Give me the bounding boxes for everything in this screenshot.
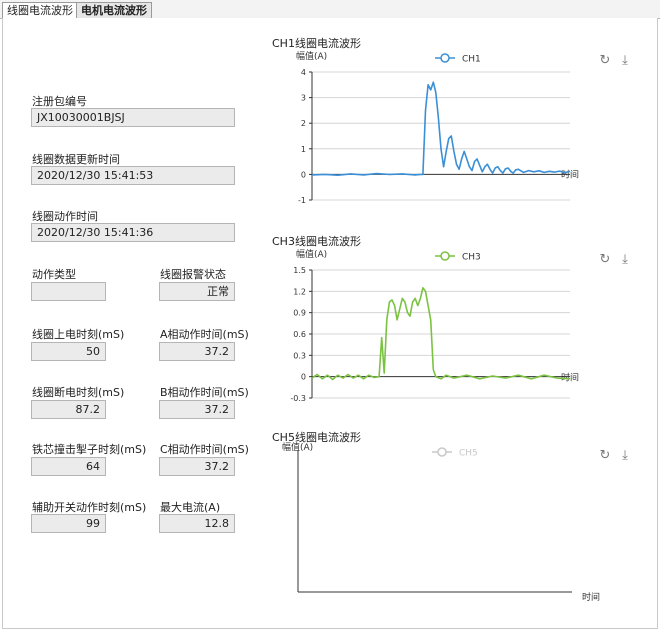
ch3-chart: CH3幅值(A)-0.300.30.60.91.21.5时间 [290,248,579,403]
ch3-y-tick-label: 1.5 [293,266,306,275]
core-strike-field: 64 [31,457,106,476]
reg-no-label: 注册包编号 [32,95,87,108]
ch3-refresh-icon[interactable]: ↻ [598,253,612,267]
ch1-series-line [311,81,571,176]
ch5-legend-label: CH5 [459,449,478,459]
b-action-field: 37.2 [159,400,235,419]
action-time-field: 2020/12/30 15:41:36 [31,223,235,242]
power-on-time-label: 线圈上电时刻(mS) [32,328,125,341]
b-action-label: B相动作时间(mS) [160,386,249,399]
ch3-y-tick-label: -0.3 [290,394,306,403]
tab-coil-current[interactable]: 线圈电流波形 [2,2,78,19]
ch5-refresh-icon[interactable]: ↻ [598,449,612,463]
tab-bar: 线圈电流波形 电机电流波形 [0,0,660,19]
ch3-legend-label: CH3 [462,253,481,263]
action-type-field [31,282,106,301]
c-action-field: 37.2 [159,457,235,476]
ch1-chart: CH1 幅值(A) -1 0 1 2 3 4 时间 [296,50,579,205]
alarm-state-label: 线圈报警状态 [160,268,226,281]
ch3-y-tick-label: 0 [301,373,306,382]
data-time-field: 2020/12/30 15:41:53 [31,166,235,185]
action-time-label: 线圈动作时间 [32,210,98,223]
ch5-legend-marker [437,447,447,457]
ch1-y-tick-label: 0 [301,170,306,179]
ch5-chart: CH5 幅值(A) 时间 [282,442,600,603]
power-off-time-field: 87.2 [31,400,106,419]
max-current-label: 最大电流(A) [160,501,221,514]
ch1-y-label: 幅值(A) [296,50,327,62]
ch1-refresh-icon[interactable]: ↻ [598,54,612,68]
power-off-time-label: 线圈断电时刻(mS) [32,386,125,399]
c-action-label: C相动作时间(mS) [160,443,249,456]
ch1-y-tick-label: 2 [301,119,306,128]
ch3-y-tick-label: 0.3 [293,351,306,360]
ch1-y-tick-label: 3 [301,94,306,103]
ch1-x-label: 时间 [561,168,579,180]
ch1-legend-label: CH1 [462,55,481,65]
aux-switch-label: 辅助开关动作时刻(mS) [32,501,147,514]
alarm-state-field: 正常 [159,282,235,301]
max-current-field: 12.8 [159,514,235,533]
data-time-label: 线圈数据更新时间 [32,153,120,166]
ch5-download-icon[interactable]: ⤓ [618,449,632,463]
ch3-download-icon[interactable]: ⤓ [618,253,632,267]
ch5-x-label: 时间 [582,591,600,603]
ch1-y-tick-label: 1 [301,145,306,154]
ch1-download-icon[interactable]: ⤓ [618,54,632,68]
reg-no-field: JX10030001BJSJ [31,108,235,127]
a-action-label: A相动作时间(mS) [160,328,249,341]
ch3-y-tick-label: 1.2 [293,287,306,296]
tab-motor-current[interactable]: 电机电流波形 [76,2,152,18]
ch5-y-label: 幅值(A) [282,442,313,453]
a-action-field: 37.2 [159,342,235,361]
ch1-y-tick-label: 4 [301,68,306,77]
power-on-time-field: 50 [31,342,106,361]
ch1-legend-marker [440,53,450,63]
action-type-label: 动作类型 [32,268,76,281]
ch3-y-tick-label: 0.9 [293,309,306,318]
ch3-legend-marker [440,251,450,261]
core-strike-label: 铁芯撞击掣子时刻(mS) [32,443,147,456]
aux-switch-field: 99 [31,514,106,533]
ch1-y-tick-label: -1 [298,196,306,205]
ch3-y-tick-label: 0.6 [293,330,306,339]
ch3-y-label: 幅值(A) [296,248,327,260]
